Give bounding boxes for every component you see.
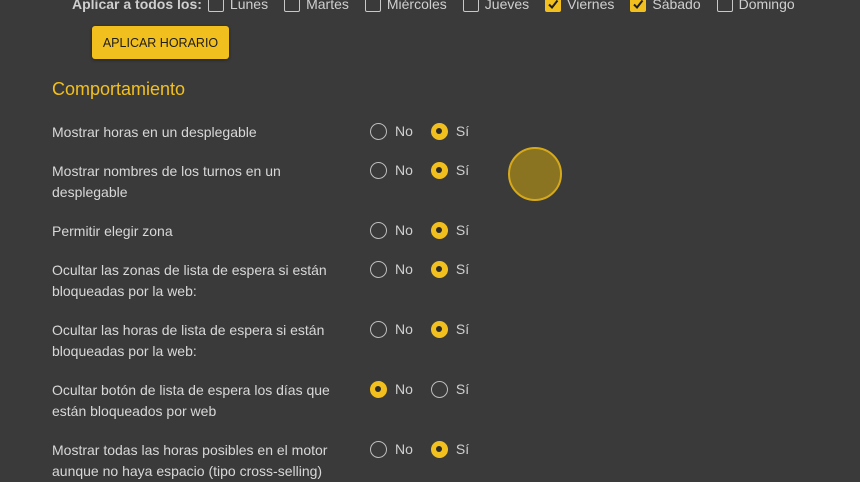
- radio-option-no[interactable]: No: [370, 122, 413, 140]
- day-label: Jueves: [484, 0, 530, 12]
- setting-label: Ocultar las zonas de lista de espera si …: [52, 262, 327, 299]
- checkbox-icon[interactable]: [716, 0, 733, 12]
- day-label: Miércoles: [386, 0, 447, 12]
- day-label: Martes: [306, 0, 349, 12]
- radio-label-no: No: [395, 261, 413, 277]
- radio-option-no[interactable]: No: [370, 161, 413, 179]
- day-label: Domingo: [738, 0, 795, 12]
- day-checkbox-viernes[interactable]: Viernes: [545, 0, 614, 12]
- radio-label-yes: Sí: [455, 222, 470, 238]
- apply-schedule-button[interactable]: APLICAR HORARIO: [92, 26, 229, 59]
- radio-option-yes[interactable]: Sí: [430, 380, 470, 398]
- radio-label-yes: Sí: [455, 381, 470, 397]
- checkbox-icon[interactable]: [284, 0, 301, 12]
- radio-label-no: No: [395, 162, 413, 178]
- radio-option-yes[interactable]: Sí: [430, 440, 470, 458]
- yes-no-radio-group: No Sí: [370, 122, 487, 140]
- day-checkbox-domingo[interactable]: Domingo: [716, 0, 795, 12]
- setting-label: Permitir elegir zona: [52, 223, 173, 239]
- radio-label-no: No: [395, 381, 413, 397]
- radio-icon[interactable]: [370, 161, 387, 179]
- radio-icon[interactable]: [430, 221, 448, 239]
- radio-label-yes: Sí: [455, 321, 470, 337]
- day-label: Lunes: [229, 0, 269, 12]
- yes-no-radio-group: No Sí: [370, 440, 487, 458]
- radio-icon[interactable]: [370, 440, 387, 458]
- day-label: Viernes: [567, 0, 615, 12]
- radio-option-no[interactable]: No: [370, 380, 413, 398]
- radio-option-no[interactable]: No: [370, 440, 413, 458]
- radio-icon[interactable]: [430, 122, 448, 140]
- radio-icon[interactable]: [370, 260, 387, 278]
- checkbox-icon[interactable]: [462, 0, 479, 12]
- radio-label-no: No: [395, 222, 413, 238]
- cursor-indicator: [508, 147, 562, 201]
- radio-icon[interactable]: [370, 221, 387, 239]
- yes-no-radio-group: No Sí: [370, 221, 487, 239]
- radio-label-yes: Sí: [455, 162, 470, 178]
- setting-label: Ocultar las horas de lista de espera si …: [52, 322, 325, 359]
- yes-no-radio-group: No Sí: [370, 161, 487, 179]
- radio-icon[interactable]: [430, 260, 448, 278]
- apply-days-row: Aplicar a todos los: Lunes Martes Miérco…: [72, 0, 811, 16]
- radio-option-yes[interactable]: Sí: [430, 161, 470, 179]
- radio-label-yes: Sí: [455, 123, 470, 139]
- setting-label: Ocultar botón de lista de espera los día…: [52, 382, 330, 419]
- day-checkbox-miercoles[interactable]: Miércoles: [364, 0, 447, 12]
- radio-label-no: No: [395, 321, 413, 337]
- checkbox-icon[interactable]: [207, 0, 224, 12]
- setting-label: Mostrar todas las horas posibles en el m…: [52, 442, 328, 479]
- radio-label-yes: Sí: [455, 441, 470, 457]
- radio-label-no: No: [395, 441, 413, 457]
- day-checkbox-lunes[interactable]: Lunes: [207, 0, 269, 12]
- radio-label-no: No: [395, 123, 413, 139]
- radio-option-no[interactable]: No: [370, 320, 413, 338]
- setting-label: Mostrar nombres de los turnos en un desp…: [52, 163, 281, 200]
- day-checkbox-jueves[interactable]: Jueves: [462, 0, 530, 12]
- yes-no-radio-group: No Sí: [370, 260, 487, 278]
- radio-option-no[interactable]: No: [370, 260, 413, 278]
- radio-icon[interactable]: [370, 320, 387, 338]
- radio-icon[interactable]: [370, 380, 387, 398]
- day-checkbox-martes[interactable]: Martes: [284, 0, 349, 12]
- radio-option-yes[interactable]: Sí: [430, 260, 470, 278]
- apply-all-label: Aplicar a todos los:: [72, 0, 202, 12]
- radio-icon[interactable]: [430, 161, 448, 179]
- radio-label-yes: Sí: [455, 261, 470, 277]
- yes-no-radio-group: No Sí: [370, 380, 487, 398]
- day-label: Sábado: [652, 0, 701, 12]
- radio-option-yes[interactable]: Sí: [430, 122, 470, 140]
- radio-icon[interactable]: [430, 320, 448, 338]
- radio-icon[interactable]: [430, 440, 448, 458]
- setting-label: Mostrar horas en un desplegable: [52, 124, 257, 140]
- radio-icon[interactable]: [430, 380, 448, 398]
- checkbox-checked-icon[interactable]: [545, 0, 562, 12]
- radio-option-yes[interactable]: Sí: [430, 221, 470, 239]
- yes-no-radio-group: No Sí: [370, 320, 487, 338]
- radio-icon[interactable]: [370, 122, 387, 140]
- checkbox-checked-icon[interactable]: [630, 0, 647, 12]
- section-title: Comportamiento: [52, 79, 186, 99]
- radio-option-yes[interactable]: Sí: [430, 320, 470, 338]
- day-checkbox-sabado[interactable]: Sábado: [630, 0, 701, 12]
- radio-option-no[interactable]: No: [370, 221, 413, 239]
- checkbox-icon[interactable]: [364, 0, 381, 12]
